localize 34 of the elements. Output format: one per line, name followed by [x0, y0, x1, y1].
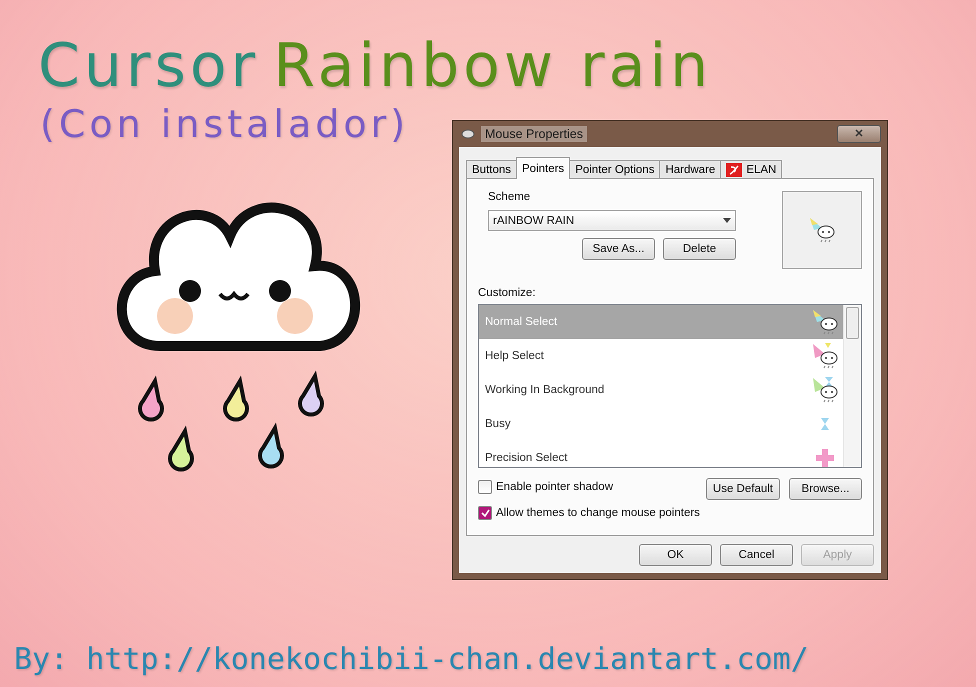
close-icon — [855, 128, 863, 136]
tab[interactable]: Pointer Options — [569, 160, 660, 179]
field-label: Scheme — [488, 191, 532, 203]
checkmark-icon — [480, 508, 490, 518]
dialog-button[interactable]: Delete — [663, 238, 736, 260]
dialog-button[interactable]: OK — [639, 544, 712, 566]
mouse-icon — [459, 128, 475, 140]
dialog-button[interactable]: Use Default — [706, 478, 780, 500]
checkbox[interactable]: Enable pointer shadow — [478, 480, 613, 494]
dialog-button[interactable]: Browse... — [789, 478, 862, 500]
credit-text: By: http://konekochibii-chan.deviantart.com/ — [13, 642, 810, 679]
logo-icon — [726, 162, 742, 176]
cursor-icon — [812, 308, 838, 336]
close-button[interactable] — [837, 125, 881, 143]
poster-title: Rainbow rain — [273, 36, 712, 96]
checkbox[interactable]: Allow themes to change mouse pointers — [478, 506, 862, 520]
cursor-icon — [812, 342, 838, 370]
cursor-icon — [808, 216, 834, 244]
tab[interactable]: Pointers — [516, 157, 570, 179]
window-title: Mouse Properties — [481, 126, 587, 142]
tab[interactable]: Hardware — [659, 160, 722, 179]
cursor-icon — [819, 418, 831, 430]
scrollbar[interactable] — [843, 305, 861, 467]
dialog-button[interactable]: Cancel — [720, 544, 793, 566]
tab[interactable]: Buttons — [466, 160, 517, 179]
dialog-button[interactable]: Save As... — [582, 238, 655, 260]
cursor-icon — [812, 376, 838, 404]
field-label: Customize: — [478, 287, 537, 299]
scheme-dropdown[interactable]: rAINBOW RAIN — [488, 210, 736, 231]
poster-subtitle: (Con instalador) — [40, 102, 410, 146]
tab[interactable]: ELAN — [720, 160, 782, 179]
caret-icon — [723, 218, 731, 223]
poster-title: Cursor — [38, 36, 260, 96]
cursor-icon — [816, 449, 834, 467]
